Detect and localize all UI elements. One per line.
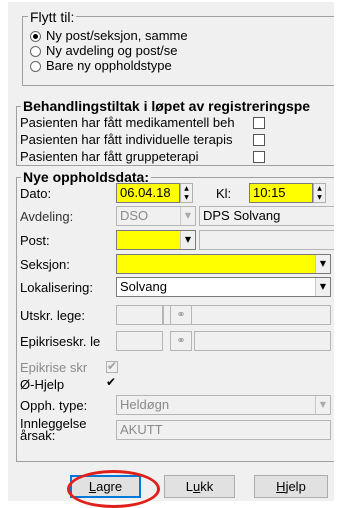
innleggelse-arsak-field: AKUTT	[116, 420, 331, 440]
post-select[interactable]: ▼	[116, 230, 196, 250]
epikrise-skr-checkbox	[106, 359, 118, 373]
kl-label: Kl:	[216, 186, 232, 201]
dato-label: Dato:	[20, 186, 52, 201]
epikriseskr-binoculars-icon[interactable]: ⚭	[170, 331, 192, 351]
avdeling-select: DSO ▼	[116, 206, 196, 226]
post-name-field	[199, 230, 334, 250]
post-label: Post:	[20, 233, 50, 248]
dialog-panel: Flytt til: Ny post/seksjon, samme Ny avd…	[8, 2, 334, 508]
dato-input[interactable]: 06.04.18	[116, 183, 180, 203]
hjelp-button[interactable]: Hjelp	[254, 475, 328, 498]
avdeling-chevron-down-icon: ▼	[180, 207, 195, 225]
opph-type-chevron-down-icon: ▼	[315, 396, 330, 414]
avdeling-code-text: DSO	[120, 208, 149, 223]
behandling-individuelle-label: Pasienten har fått individuelle terapis	[20, 132, 233, 147]
seksjon-select[interactable]: ▼	[116, 254, 331, 274]
utskr-binoculars-icon[interactable]: ⚭	[170, 305, 192, 325]
post-chevron-down-icon[interactable]: ▼	[180, 231, 195, 249]
opph-type-value-text: Heldøgn	[120, 397, 170, 412]
radio-ny-post-label[interactable]: Ny post/seksjon, samme	[46, 29, 332, 43]
seksjon-chevron-down-icon[interactable]: ▼	[315, 255, 330, 273]
behandling-gruppeterapi-label: Pasienten har fått gruppeterapi	[20, 149, 199, 164]
lukk-button[interactable]: Lukk	[164, 475, 235, 498]
opph-type-select: Heldøgn ▼	[116, 395, 331, 415]
innleggelse-label-line2: årsak:	[20, 428, 56, 443]
utskr-lege-field	[116, 305, 163, 325]
kl-input[interactable]: 10:15	[249, 183, 313, 203]
avdeling-name-field: DPS Solvang	[199, 206, 334, 226]
epikriseskr-lege-name-field	[194, 331, 331, 351]
lokalisering-select[interactable]: Solvang ▼	[116, 277, 331, 297]
behandling-medikamentell-label: Pasienten har fått medikamentell beh	[20, 115, 235, 130]
seksjon-label: Seksjon:	[20, 257, 70, 272]
gruppeterapi-checkbox[interactable]	[253, 151, 265, 163]
radio-ny-avdeling-label[interactable]: Ny avdeling og post/se	[46, 44, 332, 58]
dato-spinner[interactable]: ▲ ▼	[180, 183, 193, 203]
avdeling-label: Avdeling:	[20, 209, 74, 224]
lokalisering-label: Lokalisering:	[20, 280, 93, 295]
ohjelp-label: Ø-Hjelp	[20, 377, 65, 392]
behandlingstiltak-legend: Behandlingstiltak i løpet av registrerin…	[21, 99, 334, 114]
individuelle-checkbox[interactable]	[253, 134, 265, 146]
epikriseskr-lege-field	[116, 331, 163, 351]
radio-ny-avdeling[interactable]	[30, 46, 41, 57]
kl-spinner[interactable]: ▲ ▼	[313, 183, 326, 203]
flytt-til-legend: Flytt til:	[28, 9, 77, 25]
radio-ny-post[interactable]	[30, 31, 41, 42]
epikrise-skr-label: Epikrise skr	[20, 360, 88, 375]
lokalisering-value-text: Solvang	[120, 279, 167, 294]
medikamentell-checkbox[interactable]	[253, 117, 265, 129]
radio-bare-ny-oppholdstype[interactable]	[30, 61, 41, 72]
ohjelp-checkbox[interactable]	[106, 375, 118, 390]
lokalisering-chevron-down-icon[interactable]: ▼	[315, 278, 330, 296]
lagre-highlight-circle	[67, 470, 160, 508]
epikriseskr-lege-label: Epikriseskr. le	[20, 334, 101, 349]
utskr-lege-label: Utskr. lege:	[20, 308, 86, 323]
innleggelse-label: Innleggelse årsak:	[20, 417, 87, 443]
opph-type-label: Opph. type:	[20, 398, 88, 413]
radio-bare-ny-label[interactable]: Bare ny oppholdstype	[46, 59, 332, 73]
